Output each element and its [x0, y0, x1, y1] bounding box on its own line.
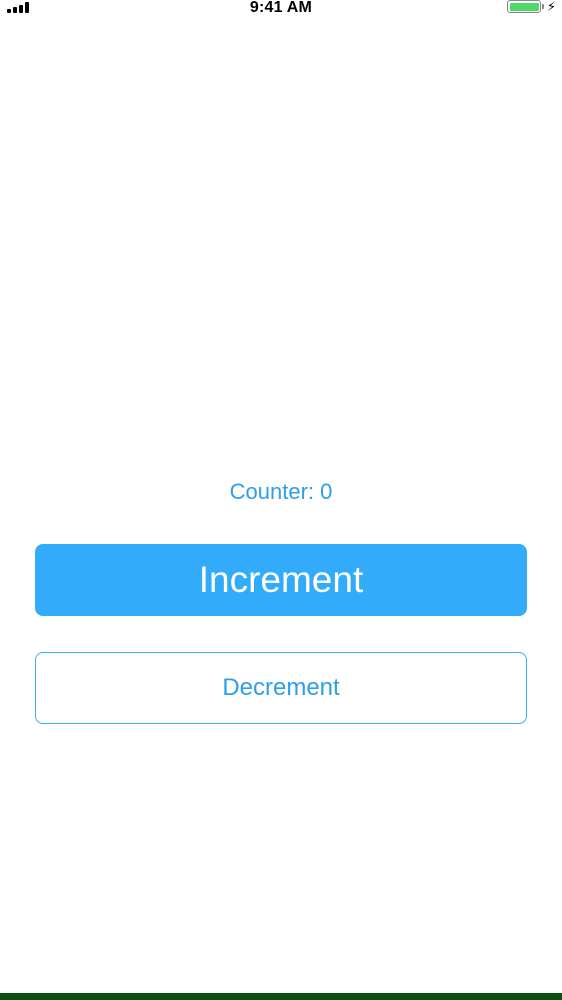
counter-label: Counter: 0: [229, 479, 333, 504]
status-time: 9:41 AM: [249, 0, 313, 16]
battery-full-icon: [507, 0, 541, 13]
increment-button-label: Increment: [198, 559, 364, 600]
status-bar: 9:41 AM ⚡: [0, 0, 562, 16]
increment-button[interactable]: Increment: [35, 544, 527, 616]
bottom-bar: [0, 993, 562, 1000]
battery-tip: [542, 4, 544, 9]
lightning-bolt-icon: ⚡: [546, 0, 556, 14]
decrement-button-label: Decrement: [222, 674, 340, 701]
app-screen: 9:41 AM ⚡ Counter: 0 Increment Decrement: [0, 0, 562, 1000]
decrement-button[interactable]: Decrement: [35, 652, 527, 724]
